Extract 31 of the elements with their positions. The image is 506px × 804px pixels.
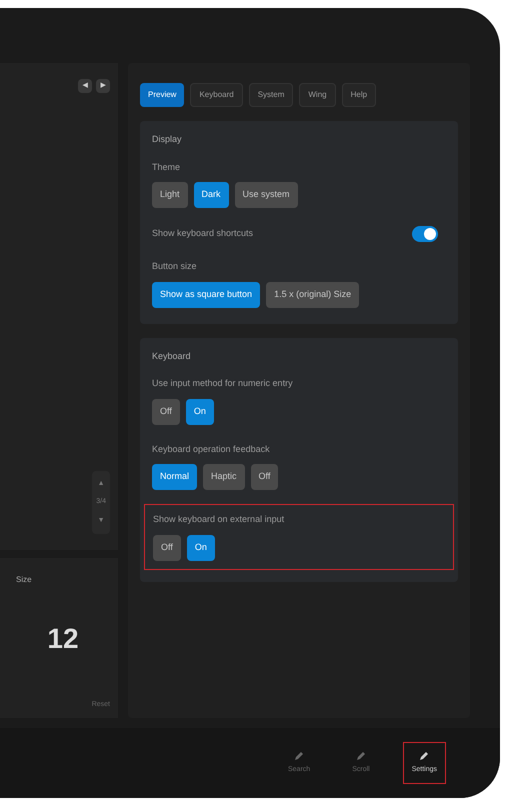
size-value: 12: [47, 622, 79, 656]
option-button[interactable]: Light: [152, 182, 188, 208]
option-button[interactable]: On: [186, 534, 215, 560]
setting-label: Show keyboard on external input: [153, 513, 286, 526]
option-button[interactable]: Haptic: [203, 464, 245, 490]
option-button[interactable]: Normal: [152, 464, 198, 490]
setting-label: Keyboard operation feedback: [152, 442, 271, 456]
option-button[interactable]: 1.5 x (original) Size: [266, 282, 360, 308]
option-button[interactable]: Dark: [194, 182, 229, 208]
settings-tab[interactable]: Help: [342, 83, 376, 107]
settings-tab[interactable]: Preview: [140, 83, 184, 107]
pencil-icon: [294, 750, 304, 761]
option-button[interactable]: Off: [152, 398, 180, 424]
setting-label: Theme: [152, 160, 182, 174]
setting-label: Use input method for numeric entry: [152, 377, 294, 390]
pencil-icon: [356, 750, 366, 761]
settings-tab[interactable]: Keyboard: [190, 83, 243, 107]
section-title: Keyboard: [152, 350, 192, 363]
settings-tab[interactable]: System: [248, 83, 294, 107]
option-button[interactable]: Show as square button: [152, 282, 260, 308]
option-button[interactable]: On: [186, 398, 214, 424]
pencil-icon: [419, 750, 430, 761]
option-button[interactable]: Off: [153, 534, 181, 560]
settings-tab[interactable]: Wing: [299, 83, 336, 107]
toggle-switch[interactable]: [412, 226, 438, 242]
section-title: Display: [152, 133, 183, 146]
option-button[interactable]: Use system: [234, 182, 298, 208]
size-label: Size: [16, 574, 33, 586]
setting-label: Show keyboard shortcuts: [152, 227, 254, 240]
setting-label: Button size: [152, 260, 198, 273]
option-button[interactable]: Off: [250, 464, 278, 490]
